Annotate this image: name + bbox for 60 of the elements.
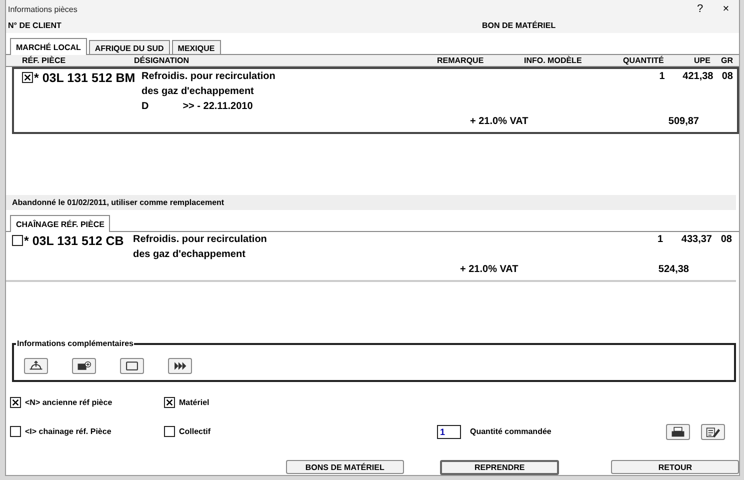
- tab[interactable]: AFRIQUE DU SUD: [88, 40, 170, 54]
- icon-button[interactable]: [666, 424, 690, 440]
- quantity-label: Quantité commandée: [470, 427, 552, 436]
- action-button[interactable]: REPRENDRE: [440, 460, 560, 475]
- vat-total: 509,87: [667, 116, 699, 129]
- icon-button[interactable]: [168, 358, 192, 374]
- edit-icon: [704, 424, 722, 439]
- tab[interactable]: MARCHÉ LOCAL: [10, 38, 87, 55]
- option-label: <I> chainage réf. Pièce: [25, 426, 112, 436]
- tab[interactable]: CHAÎNAGE RÉF. PIÈCE: [10, 215, 110, 232]
- checkbox[interactable]: [164, 426, 175, 437]
- price: 433,37: [680, 234, 712, 248]
- order-label: BON DE MATÉRIEL: [482, 21, 556, 30]
- group-code: 08: [720, 70, 733, 84]
- window-title: Informations pièces: [8, 4, 78, 14]
- option-label: Matériel: [179, 398, 210, 407]
- remark: >> - 22.11.2010: [182, 100, 253, 114]
- vat-label: + 21.0% VAT: [460, 264, 520, 278]
- help-button[interactable]: ?: [687, 0, 713, 18]
- icon-button[interactable]: [701, 424, 726, 440]
- checkbox[interactable]: [164, 396, 175, 408]
- checkbox[interactable]: [22, 72, 33, 83]
- checkbox[interactable]: [10, 426, 21, 437]
- group-code: 08: [720, 234, 732, 248]
- checkbox[interactable]: [12, 235, 23, 246]
- option-label: <N> ancienne réf pièce: [25, 398, 112, 407]
- group-title: Informations complémentaires: [16, 338, 134, 348]
- quantity-field[interactable]: 1: [437, 424, 461, 439]
- icon-button[interactable]: [24, 358, 48, 374]
- column-header: INFO. MODÈLE: [524, 56, 582, 65]
- action-button[interactable]: RETOUR: [611, 460, 739, 474]
- close-button[interactable]: ×: [713, 0, 739, 18]
- designation: Refroidis. pour recirculation: [141, 70, 276, 84]
- vat-label: + 21.0% VAT: [470, 116, 530, 129]
- designation: des gaz d'echappement: [141, 86, 255, 99]
- part-number: * 03L 131 512 CB: [24, 234, 124, 248]
- option-label: Collectif: [179, 426, 211, 436]
- quantity: 1: [656, 234, 663, 248]
- part-number: * 03L 131 512 BM: [34, 70, 136, 85]
- column-header: REMARQUE: [437, 56, 484, 65]
- designation: Refroidis. pour recirculation: [133, 234, 268, 248]
- remark: D: [141, 100, 149, 114]
- column-header: UPE: [694, 56, 710, 65]
- designation: des gaz d'echappement: [133, 249, 246, 262]
- icon-button[interactable]: [120, 358, 144, 374]
- column-header: GR: [721, 56, 733, 65]
- column-header: DÉSIGNATION: [134, 56, 189, 65]
- camera-icon: [75, 358, 93, 373]
- notice-bar: Abandonné le 01/02/2011, utiliser comme remplacement: [6, 195, 736, 210]
- icon-button[interactable]: [72, 358, 96, 374]
- action-button[interactable]: BONS DE MATÉRIEL: [286, 460, 404, 474]
- checkbox[interactable]: [10, 396, 21, 408]
- frame-icon: [123, 358, 141, 373]
- price: 421,38: [682, 70, 714, 84]
- vat-total: 524,38: [657, 264, 689, 278]
- column-header: QUANTITÉ: [623, 56, 664, 65]
- quantity: 1: [658, 70, 665, 84]
- tab[interactable]: MEXIQUE: [172, 40, 221, 54]
- column-header: RÉF. PIÈCE: [22, 56, 66, 65]
- client-label: N° DE CLIENT: [8, 21, 62, 30]
